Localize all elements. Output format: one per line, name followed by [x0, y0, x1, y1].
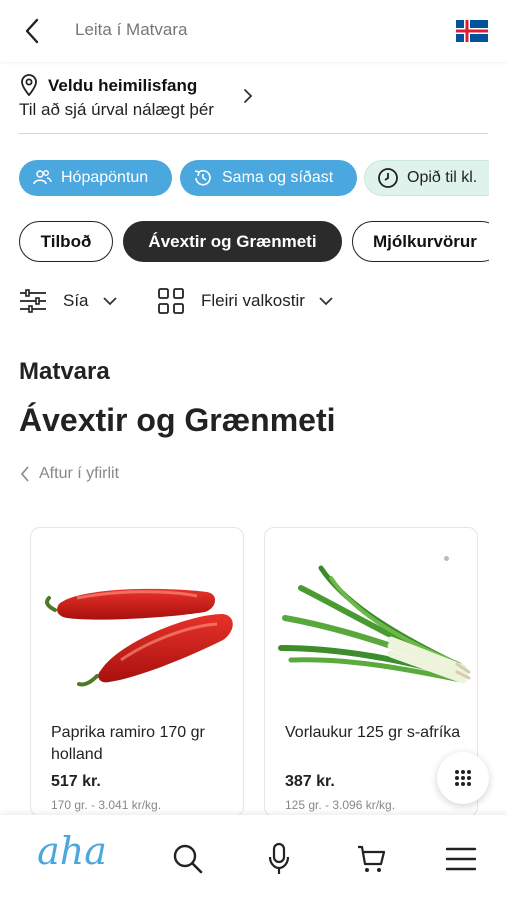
- chevron-right-icon: [244, 89, 253, 103]
- microphone-icon: [268, 842, 290, 874]
- address-title: Veldu heimilisfang: [48, 76, 198, 95]
- top-bar: Leita í Matvara: [0, 0, 507, 62]
- chevron-left-icon: [25, 18, 39, 44]
- product-price: 517 kr.: [51, 773, 101, 790]
- reorder-button[interactable]: Sama og síðast: [180, 160, 357, 196]
- bottom-navigation: aha: [0, 815, 507, 900]
- product-name: Paprika ramiro 170 gr holland: [51, 724, 205, 763]
- iceland-flag-icon[interactable]: [456, 20, 488, 42]
- quick-actions-row: Hópapöntun Sama og síðast Opið til kl.: [19, 160, 489, 198]
- nav-menu-button[interactable]: [444, 839, 478, 879]
- open-until-button[interactable]: Opið til kl.: [364, 160, 489, 196]
- chevron-down-icon: [319, 296, 333, 306]
- back-to-overview-link[interactable]: Aftur í yfirlit: [19, 465, 119, 483]
- open-until-label: Opið til kl.: [407, 169, 478, 186]
- reorder-clock-icon: [192, 167, 214, 189]
- aha-logo[interactable]: aha: [28, 829, 116, 873]
- group-icon: [31, 167, 53, 189]
- grid-icon: [157, 287, 185, 315]
- category-chips: Tilboð Ávextir og Grænmeti Mjólkurvörur: [19, 221, 489, 263]
- product-price: 387 kr.: [285, 773, 335, 790]
- cart-icon: [358, 845, 386, 872]
- categories-grid-button[interactable]: [437, 752, 489, 804]
- dots-grid-icon: [455, 770, 471, 786]
- filter-label: Sía: [63, 291, 89, 310]
- product-unit-price: 125 gr. - 3.096 kr/kg.: [285, 798, 396, 812]
- search-icon: [173, 844, 203, 874]
- section-title: Matvara: [19, 358, 110, 385]
- back-button[interactable]: [18, 17, 46, 45]
- clock-icon: [377, 167, 399, 189]
- nav-voice-button[interactable]: [264, 839, 294, 879]
- group-order-label: Hópapöntun: [61, 169, 149, 186]
- group-order-button[interactable]: Hópapöntun: [19, 160, 172, 196]
- location-pin-icon: [21, 74, 37, 96]
- nav-search-button[interactable]: [170, 839, 206, 879]
- chevron-left-icon: [19, 465, 33, 483]
- nav-cart-button[interactable]: [354, 839, 388, 879]
- sliders-icon: [19, 287, 47, 315]
- red-pepper-image: [45, 588, 233, 687]
- menu-icon: [445, 847, 477, 871]
- chip-dairy[interactable]: Mjólkurvörur: [352, 221, 489, 262]
- more-options-label: Fleiri valkostir: [201, 291, 305, 310]
- back-to-overview-label: Aftur í yfirlit: [39, 465, 120, 482]
- address-selector[interactable]: Veldu heimilisfang Til að sjá úrval nálæ…: [19, 70, 488, 134]
- product-card[interactable]: Paprika ramiro 170 gr holland 517 kr. 17…: [30, 527, 244, 817]
- chip-fruits-vegetables[interactable]: Ávextir og Grænmeti: [123, 221, 342, 262]
- filter-row: Sía Fleiri valkostir: [19, 285, 489, 317]
- search-input[interactable]: Leita í Matvara: [75, 20, 187, 40]
- chevron-down-icon: [102, 296, 117, 306]
- reorder-label: Sama og síðast: [222, 169, 334, 186]
- spring-onion-image: [278, 565, 471, 684]
- product-name: Vorlaukur 125 gr s-afríka: [285, 724, 461, 741]
- product-unit-price: 170 gr. - 3.041 kr/kg.: [51, 798, 162, 812]
- page-title: Ávextir og Grænmeti: [19, 402, 336, 438]
- chip-offers[interactable]: Tilboð: [19, 221, 113, 262]
- address-subtitle: Til að sjá úrval nálægt þér: [19, 100, 214, 119]
- filter-button[interactable]: Sía: [19, 285, 117, 317]
- more-options-button[interactable]: Fleiri valkostir: [157, 285, 333, 317]
